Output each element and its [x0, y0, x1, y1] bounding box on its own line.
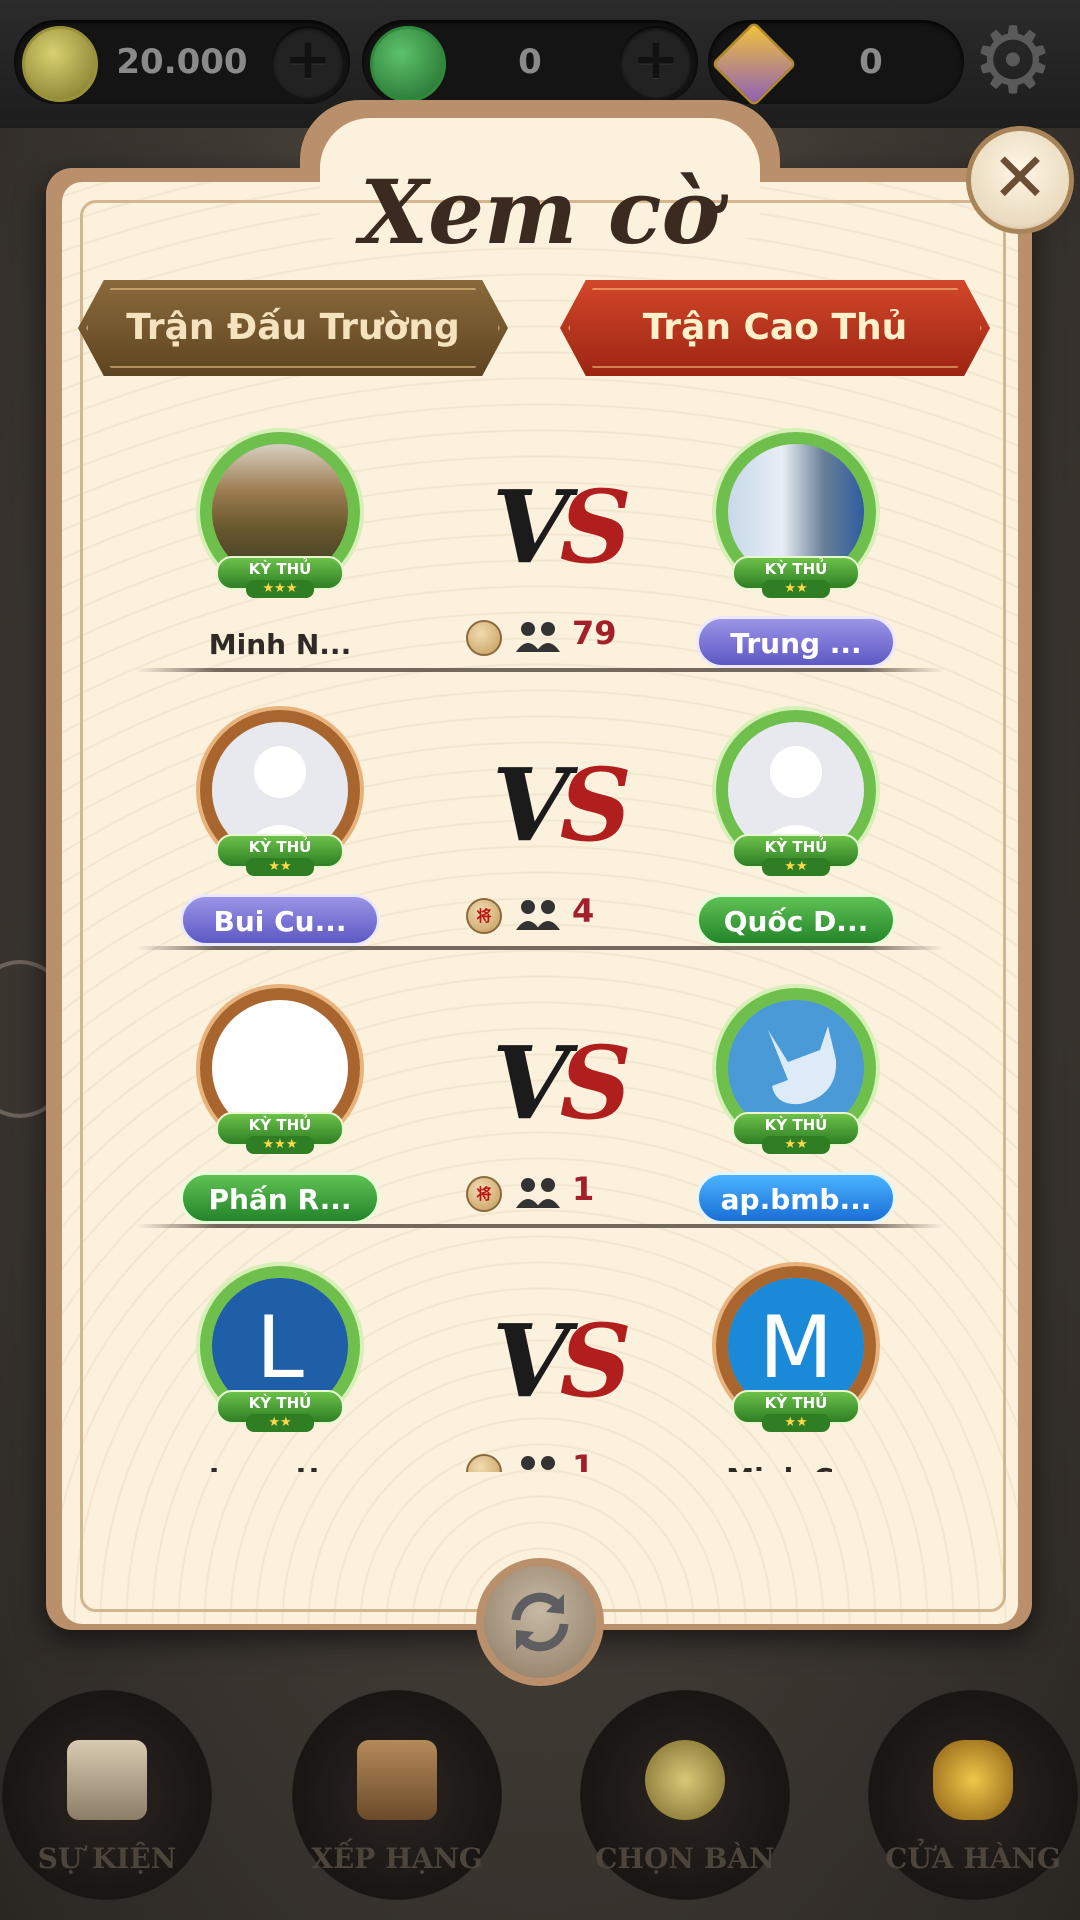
player-left[interactable]: L KỲ THỦ ★★ Long H... [160, 1266, 400, 1472]
green-currency: 0 + [362, 20, 698, 104]
player-name: Phấn R... [180, 1172, 380, 1224]
dialog-title: Xem cờ [359, 160, 721, 264]
rank-stars: ★★ [762, 1414, 830, 1432]
match-info: 将 1 [466, 1170, 666, 1214]
scroll-event-icon [67, 1740, 147, 1820]
rank-stars: ★★★ [246, 580, 314, 598]
viewer-count: 79 [572, 614, 617, 652]
tab-master-matches[interactable]: Trận Cao Thủ [560, 280, 990, 376]
tab-arena-matches[interactable]: Trận Đấu Trường [78, 280, 508, 376]
player-left[interactable]: KỲ THỦ ★★★ Phấn R... [160, 988, 400, 1228]
xiangqi-piece-icon: 将 [466, 1176, 502, 1212]
player-right[interactable]: KỲ THỦ ★★ ap.bmb... [676, 988, 916, 1228]
viewers-icon [516, 900, 560, 930]
match-info: 1 [466, 1448, 666, 1472]
nav-events[interactable]: SỰ KIỆN [0, 1690, 222, 1920]
vs-icon: VS [492, 468, 632, 586]
player-left[interactable]: KỲ THỦ ★★★ Minh N... [160, 432, 400, 672]
row-divider [136, 668, 944, 672]
close-icon: ✕ [991, 139, 1049, 218]
rank-stars: ★★ [246, 858, 314, 876]
match-row[interactable]: L KỲ THỦ ★★ Long H... VS 1 M KỲ THỦ ★★ M… [80, 1254, 1000, 1472]
row-divider [136, 1224, 944, 1228]
nav-choose-table[interactable]: CHỌN BÀN [570, 1690, 800, 1920]
player-right[interactable]: M KỲ THỦ ★★ Minh C... [676, 1266, 916, 1472]
gold-bag-icon [933, 1740, 1013, 1820]
rank-stars: ★★ [762, 580, 830, 598]
player-left[interactable]: KỲ THỦ ★★ Bui Cu... [160, 710, 400, 950]
match-info: 79 [466, 614, 666, 658]
nav-label: XẾP HẠNG [311, 1842, 483, 1875]
rank-stars: ★★ [246, 1414, 314, 1432]
viewer-count: 1 [572, 1170, 595, 1208]
nav-label: CỬA HÀNG [885, 1842, 1061, 1875]
match-row[interactable]: KỲ THỦ ★★★ Phấn R... VS 将 1 KỲ THỦ ★★ ap… [80, 976, 1000, 1254]
v-diamond-icon [711, 21, 797, 107]
gold-amount: 20.000 [116, 42, 248, 82]
match-row[interactable]: KỲ THỦ ★★★ Minh N... VS 79 KỲ THỦ ★★ Tru… [80, 420, 1000, 698]
player-name: Long H... [160, 1462, 400, 1472]
vs-icon: VS [492, 746, 632, 864]
rank-stars: ★★ [762, 858, 830, 876]
vs-icon: VS [492, 1024, 632, 1142]
player-name: ap.bmb... [696, 1172, 896, 1224]
vs-icon: VS [492, 1302, 632, 1420]
vip-amount: 0 [859, 42, 883, 82]
player-name: Minh N... [208, 628, 352, 661]
viewers-icon [516, 1178, 560, 1208]
refresh-icon [511, 1592, 569, 1652]
nav-ranking[interactable]: XẾP HẠNG [282, 1690, 512, 1920]
match-info: 将 4 [466, 892, 666, 936]
viewer-count: 4 [572, 892, 595, 930]
player-name: Bui Cu... [180, 894, 380, 946]
xiangqi-piece-icon: 将 [466, 898, 502, 934]
add-green-button[interactable]: + [620, 26, 692, 98]
green-coin-icon [370, 26, 446, 102]
gear-icon[interactable]: ⚙ [968, 15, 1058, 107]
coin-chip-icon [466, 620, 502, 656]
player-name: Minh C... [676, 1462, 916, 1472]
gold-coin-icon [22, 26, 98, 102]
viewers-icon [516, 622, 560, 652]
viewer-count: 1 [572, 1448, 595, 1472]
vip-currency: 0 [708, 20, 964, 107]
refresh-button[interactable] [476, 1558, 604, 1686]
player-right[interactable]: KỲ THỦ ★★ Quốc D... [676, 710, 916, 950]
nav-label: SỰ KIỆN [37, 1842, 177, 1875]
player-right[interactable]: KỲ THỦ ★★ Trung ... [676, 432, 916, 672]
tea-cup-icon [645, 1740, 725, 1820]
nav-shop[interactable]: CỬA HÀNG [858, 1690, 1080, 1920]
nav-label: CHỌN BÀN [595, 1842, 775, 1875]
close-button[interactable]: ✕ [966, 126, 1074, 234]
viewers-icon [521, 1456, 555, 1470]
coin-chip-icon [466, 1454, 502, 1472]
gold-currency: 20.000 + [14, 20, 350, 104]
green-amount: 0 [518, 42, 542, 82]
player-name: Trung ... [696, 616, 896, 668]
add-gold-button[interactable]: + [272, 26, 344, 98]
ranking-board-icon [357, 1740, 437, 1820]
row-divider [136, 946, 944, 950]
match-row[interactable]: KỲ THỦ ★★ Bui Cu... VS 将 4 KỲ THỦ ★★ Quố… [80, 698, 1000, 976]
bottom-navigation: SỰ KIỆN XẾP HẠNG CHỌN BÀN CỬA HÀNG [0, 1680, 1080, 1920]
player-name: Quốc D... [696, 894, 896, 946]
match-list[interactable]: KỲ THỦ ★★★ Minh N... VS 79 KỲ THỦ ★★ Tru… [80, 420, 1000, 1472]
rank-stars: ★★ [762, 1136, 830, 1154]
rank-stars: ★★★ [246, 1136, 314, 1154]
